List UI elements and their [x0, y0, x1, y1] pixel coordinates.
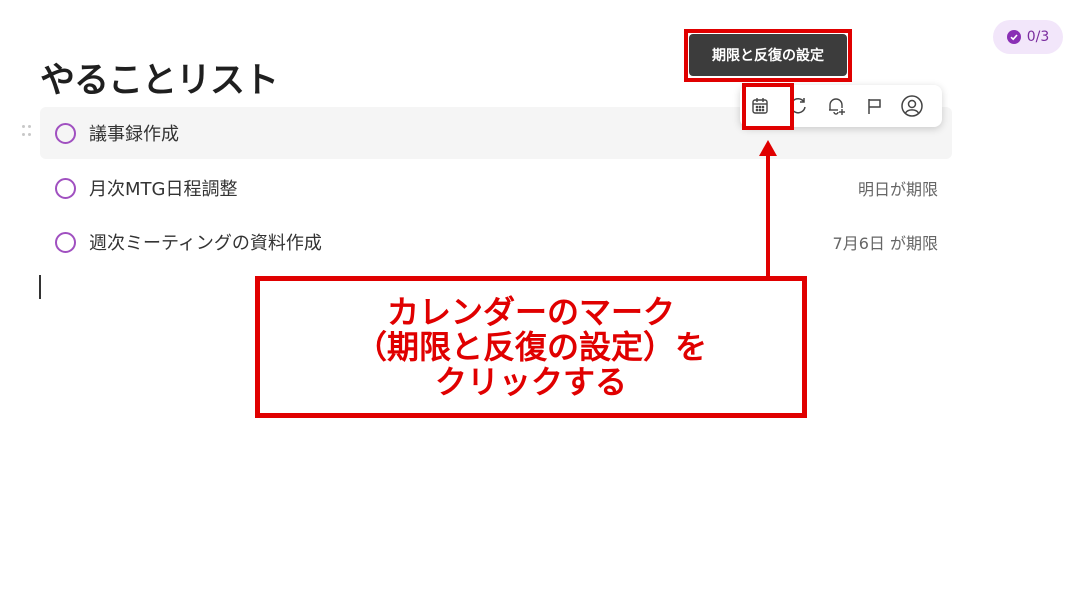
progress-label: 0/3 — [1026, 29, 1050, 45]
annotation-line-3: クリックする — [434, 362, 627, 401]
check-circle-icon — [1006, 30, 1021, 44]
highlight-box-calendar — [742, 83, 794, 130]
annotation-line-2: （期限と反復の設定）を — [354, 327, 707, 366]
complete-checkbox[interactable] — [55, 177, 76, 199]
flag-icon[interactable] — [856, 88, 892, 124]
task-due-date: 明日が期限 — [857, 180, 938, 199]
task-title[interactable]: 月次MTG日程調整 — [89, 175, 237, 201]
task-row[interactable]: 月次MTG日程調整 明日が期限 — [40, 162, 952, 214]
page-title: やることリスト — [40, 61, 279, 101]
task-title[interactable]: 週次ミーティングの資料作成 — [89, 229, 322, 255]
annotation-line-1: カレンダーのマーク — [386, 292, 675, 331]
complete-checkbox[interactable] — [55, 231, 76, 253]
highlight-box-tooltip — [684, 29, 852, 82]
task-due-date: 7月6日 が期限 — [832, 234, 938, 253]
arrow-line — [766, 150, 770, 277]
text-cursor — [39, 275, 41, 299]
complete-checkbox[interactable] — [55, 122, 76, 144]
task-row[interactable]: 週次ミーティングの資料作成 7月6日 が期限 — [40, 216, 952, 268]
annotation-callout: カレンダーのマーク （期限と反復の設定）を クリックする — [255, 276, 807, 418]
progress-badge[interactable]: 0/3 — [993, 20, 1063, 54]
reminder-bell-icon[interactable] — [818, 88, 854, 124]
assign-user-icon[interactable] — [894, 88, 930, 124]
task-title[interactable]: 議事録作成 — [89, 120, 179, 146]
drag-handle-icon[interactable] — [22, 125, 34, 137]
